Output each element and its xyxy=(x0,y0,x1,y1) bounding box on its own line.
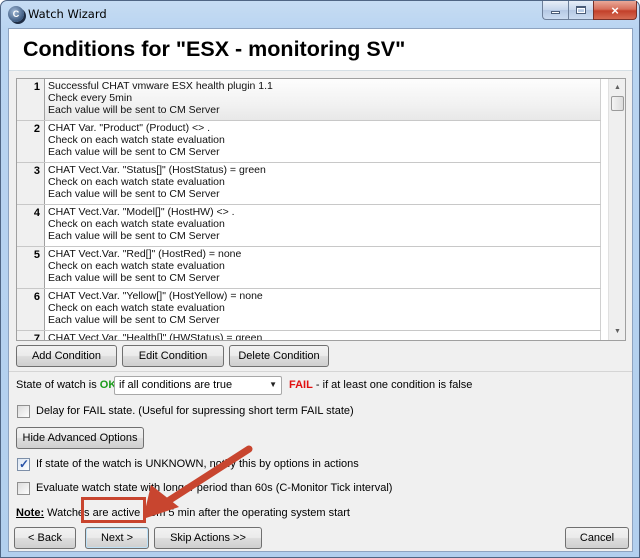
scroll-down-icon[interactable]: ▼ xyxy=(609,323,625,340)
condition-line: Check on each watch state evaluation xyxy=(48,217,225,230)
minimize-button[interactable] xyxy=(542,1,568,20)
maximize-icon xyxy=(576,6,586,14)
condition-row[interactable]: 4 CHAT Vect.Var. "Model[]" (HostHW) <> .C… xyxy=(17,205,601,247)
longer-period-checkbox[interactable] xyxy=(17,482,30,495)
condition-number: 4 xyxy=(17,205,45,246)
condition-line: Each value will be sent to CM Server xyxy=(48,271,220,284)
conditions-scrollbar[interactable]: ▲ ▼ xyxy=(608,79,625,340)
condition-text: CHAT Vect.Var. "Health[]" (HWStatus) = g… xyxy=(45,331,601,341)
dropdown-arrow-icon: ▼ xyxy=(269,380,277,389)
condition-text: CHAT Vect.Var. "Red[]" (HostRed) = none C… xyxy=(45,247,601,288)
condition-line: Check on each watch state evaluation xyxy=(48,301,225,314)
condition-number: 3 xyxy=(17,163,45,204)
state-label: State of watch is OK xyxy=(16,379,116,391)
minimize-icon xyxy=(551,11,560,14)
close-button[interactable]: × xyxy=(593,1,637,20)
window-title: Watch Wizard xyxy=(28,7,107,21)
condition-line: CHAT Vect.Var. "Health[]" (HWStatus) = g… xyxy=(48,332,263,341)
caption-buttons: × xyxy=(542,1,637,20)
condition-row[interactable]: 2 CHAT Var. "Product" (Product) <> . Check… xyxy=(17,121,601,163)
skip-actions-button[interactable]: Skip Actions >> xyxy=(154,527,262,549)
title-bar[interactable]: C Watch Wizard × xyxy=(1,1,639,27)
conditions-grid[interactable]: 1 Successful CHAT vmware ESX health plugi… xyxy=(16,78,626,341)
condition-line: Each value will be sent to CM Server xyxy=(48,313,220,326)
separator xyxy=(9,371,632,372)
note-body: Watches are active from 5 min after the … xyxy=(44,507,350,519)
condition-logic-value: if all conditions are true xyxy=(119,379,233,391)
scroll-thumb[interactable] xyxy=(611,96,624,111)
condition-row[interactable]: 3 CHAT Vect.Var. "Status[]" (HostStatus) … xyxy=(17,163,601,205)
condition-row[interactable]: 6 CHAT Vect.Var. "Yellow[]" (HostYellow) … xyxy=(17,289,601,331)
wizard-client-area: Conditions for "ESX - monitoring SV" 1 Su… xyxy=(8,28,633,552)
note-label: Note: xyxy=(16,507,45,519)
condition-number: 6 xyxy=(17,289,45,330)
condition-line: Check on each watch state evaluation xyxy=(48,175,225,188)
condition-number: 7 xyxy=(17,331,45,340)
app-icon: C xyxy=(8,6,24,22)
condition-text: CHAT Vect.Var. "Yellow[]" (HostYellow) =… xyxy=(45,289,601,330)
condition-number: 5 xyxy=(17,247,45,288)
edit-condition-button[interactable]: Edit Condition xyxy=(122,345,224,367)
notify-unknown-checkbox[interactable]: ✓ xyxy=(17,457,30,471)
checkmark-icon: ✓ xyxy=(19,457,30,471)
scroll-up-icon[interactable]: ▲ xyxy=(609,79,625,96)
condition-line: Check on each watch state evaluation xyxy=(48,259,225,272)
condition-line: Each value will be sent to CM Server xyxy=(48,187,220,200)
condition-line: Check on each watch state evaluation xyxy=(48,133,225,146)
next-button[interactable]: Next > xyxy=(85,527,149,549)
delete-condition-button[interactable]: Delete Condition xyxy=(229,345,329,367)
hide-advanced-options-button[interactable]: Hide Advanced Options xyxy=(16,427,144,449)
longer-period-label[interactable]: Evaluate watch state with longer period … xyxy=(36,482,392,494)
condition-row[interactable]: 5 CHAT Vect.Var. "Red[]" (HostRed) = none… xyxy=(17,247,601,289)
condition-number: 2 xyxy=(17,121,45,162)
add-condition-button[interactable]: Add Condition xyxy=(16,345,117,367)
header-band: Conditions for "ESX - monitoring SV" xyxy=(9,29,632,71)
condition-text: CHAT Vect.Var. "Status[]" (HostStatus) =… xyxy=(45,163,601,204)
page-title: Conditions for "ESX - monitoring SV" xyxy=(23,37,406,61)
fail-suffix: - if at least one condition is false xyxy=(312,379,473,391)
close-icon: × xyxy=(611,2,619,18)
condition-logic-select[interactable]: if all conditions are true ▼ xyxy=(114,376,282,395)
condition-text: CHAT Var. "Product" (Product) <> . Check … xyxy=(45,121,601,162)
watch-wizard-window: C Watch Wizard × Conditions for "ESX - m… xyxy=(0,0,640,558)
delay-fail-checkbox[interactable] xyxy=(17,405,30,418)
condition-line: Each value will be sent to CM Server xyxy=(48,103,220,116)
notify-unknown-label[interactable]: If state of the watch is UNKNOWN, notify… xyxy=(36,458,359,470)
condition-line: Check every 5min xyxy=(48,91,133,104)
condition-row[interactable]: 1 Successful CHAT vmware ESX health plugi… xyxy=(17,79,601,121)
back-button[interactable]: < Back xyxy=(14,527,76,549)
maximize-button[interactable] xyxy=(568,1,593,20)
condition-line: Each value will be sent to CM Server xyxy=(48,229,220,242)
condition-number: 1 xyxy=(17,79,45,120)
condition-text: CHAT Vect.Var. "Model[]" (HostHW) <> . Ch… xyxy=(45,205,601,246)
condition-line: Each value will be sent to CM Server xyxy=(48,145,220,158)
state-prefix: State of watch is xyxy=(16,379,100,391)
delay-fail-label[interactable]: Delay for FAIL state. (Useful for supres… xyxy=(36,405,354,417)
conditions-list: 1 Successful CHAT vmware ESX health plugi… xyxy=(17,79,601,341)
condition-text: Successful CHAT vmware ESX health plugin… xyxy=(45,79,601,120)
note-text: Note: Watches are active from 5 min afte… xyxy=(16,507,350,519)
fail-description: FAIL - if at least one condition is fals… xyxy=(289,379,472,391)
condition-row[interactable]: 7 CHAT Vect.Var. "Health[]" (HWStatus) = … xyxy=(17,331,601,341)
cancel-button[interactable]: Cancel xyxy=(565,527,629,549)
fail-state-word: FAIL xyxy=(289,379,313,391)
